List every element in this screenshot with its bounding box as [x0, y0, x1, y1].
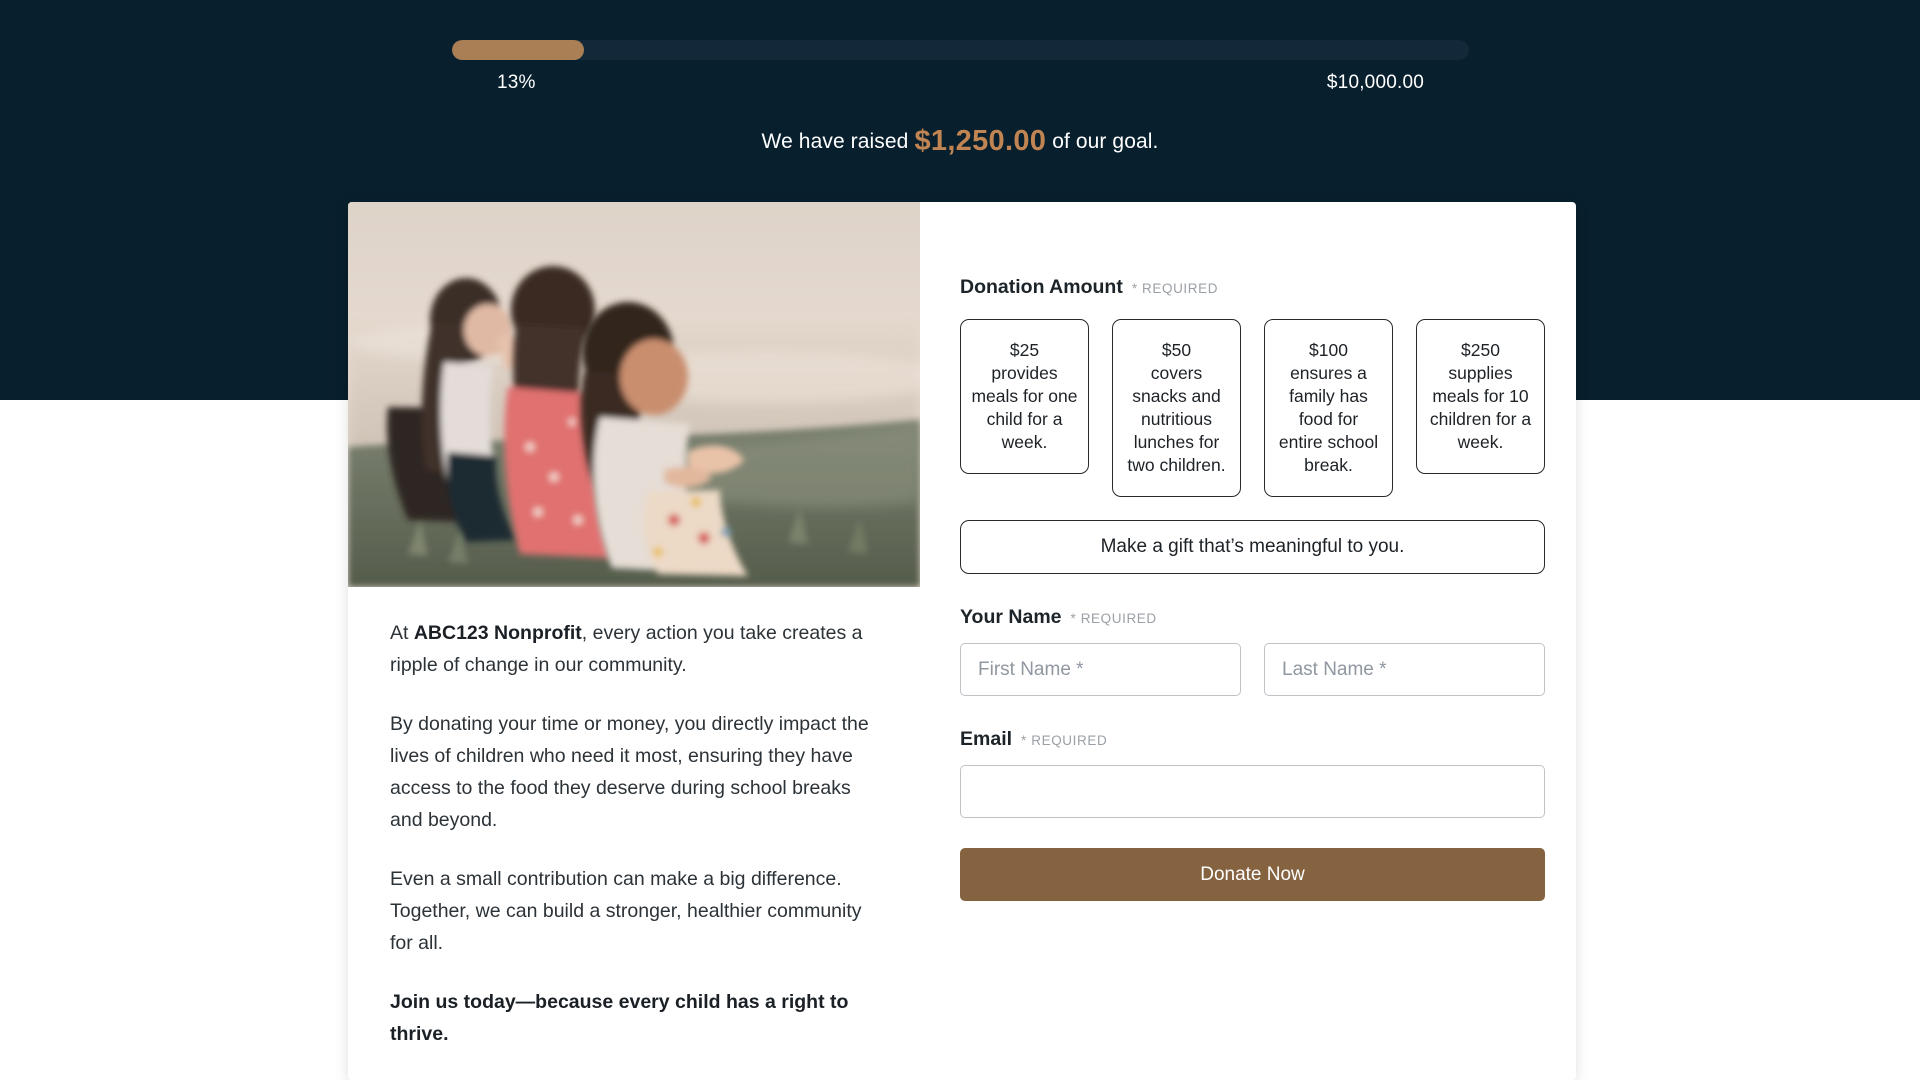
email-label-row: Email * REQUIRED — [960, 728, 1545, 751]
email-label: Email — [960, 728, 1013, 750]
amount-option-25-description: provides meals for one child for a week. — [971, 363, 1078, 452]
amount-option-50[interactable]: $50 covers snacks and nutritious lunches… — [1112, 319, 1241, 497]
raised-amount-value: $1,250.00 — [914, 125, 1047, 157]
your-name-required-tag: * REQUIRED — [1070, 611, 1157, 626]
hero-photo — [348, 202, 920, 587]
raised-suffix-text: of our goal. — [1052, 130, 1159, 153]
last-name-input[interactable] — [1264, 643, 1545, 696]
progress-bar-labels: 13% $10,000.00 — [452, 72, 1469, 94]
email-input[interactable] — [960, 765, 1545, 818]
story-paragraph-2: By donating your time or money, you dire… — [390, 713, 869, 831]
story-paragraph-1: At ABC123 Nonprofit, every action you ta… — [390, 617, 875, 681]
donation-card: At ABC123 Nonprofit, every action you ta… — [348, 202, 1576, 1080]
donation-amount-label-row: Donation Amount * REQUIRED — [960, 276, 1545, 299]
donation-form: Donation Amount * REQUIRED $25 provides … — [920, 202, 1576, 1080]
amount-option-100-amount: $100 — [1309, 340, 1348, 360]
amount-option-50-amount: $50 — [1161, 340, 1192, 360]
amount-option-250-description: supplies meals for 10 children for a wee… — [1429, 363, 1532, 452]
hero-photo-illustration — [348, 202, 920, 587]
email-required-tag: * REQUIRED — [1021, 733, 1108, 748]
story-p1-lead: At — [390, 622, 414, 644]
amount-option-25[interactable]: $25 provides meals for one child for a w… — [960, 319, 1089, 474]
custom-gift-button[interactable]: Make a gift that’s meaningful to you. — [960, 520, 1545, 574]
donation-amount-label: Donation Amount — [960, 276, 1123, 298]
amount-option-50-description: covers snacks and nutritious lunches for… — [1127, 363, 1226, 475]
amount-option-250[interactable]: $250 supplies meals for 10 children for … — [1416, 319, 1545, 474]
amount-option-100[interactable]: $100 ensures a family has food for entir… — [1264, 319, 1393, 497]
card-left-column: At ABC123 Nonprofit, every action you ta… — [348, 202, 920, 1080]
organization-name: ABC123 Nonprofit — [413, 622, 582, 644]
story-copy: At ABC123 Nonprofit, every action you ta… — [348, 587, 920, 1050]
progress-bar-fill — [452, 40, 585, 60]
amount-option-250-amount: $250 — [1461, 340, 1500, 360]
progress-bar-track — [452, 40, 1469, 60]
amount-option-25-amount: $25 — [1009, 340, 1040, 360]
donate-now-button[interactable]: Donate Now — [960, 848, 1545, 901]
name-input-row — [960, 643, 1545, 696]
story-call-to-action: Join us today—because every child has a … — [390, 991, 849, 1045]
first-name-input[interactable] — [960, 643, 1241, 696]
progress-goal-label: $10,000.00 — [1326, 72, 1424, 93]
story-paragraph-3: Even a small contribution can make a big… — [390, 868, 862, 954]
amount-raised-statement: We have raised $1,250.00 of our goal. — [0, 125, 1920, 158]
progress-percent-label: 13% — [497, 72, 536, 93]
raised-prefix-text: We have raised — [761, 130, 909, 153]
amount-option-100-description: ensures a family has food for entire sch… — [1278, 363, 1379, 475]
your-name-label-row: Your Name * REQUIRED — [960, 606, 1545, 629]
donation-amount-options: $25 provides meals for one child for a w… — [960, 319, 1545, 497]
your-name-label: Your Name — [960, 606, 1062, 628]
fundraising-progress: 13% $10,000.00 — [452, 40, 1469, 94]
donation-amount-required-tag: * REQUIRED — [1131, 281, 1219, 296]
